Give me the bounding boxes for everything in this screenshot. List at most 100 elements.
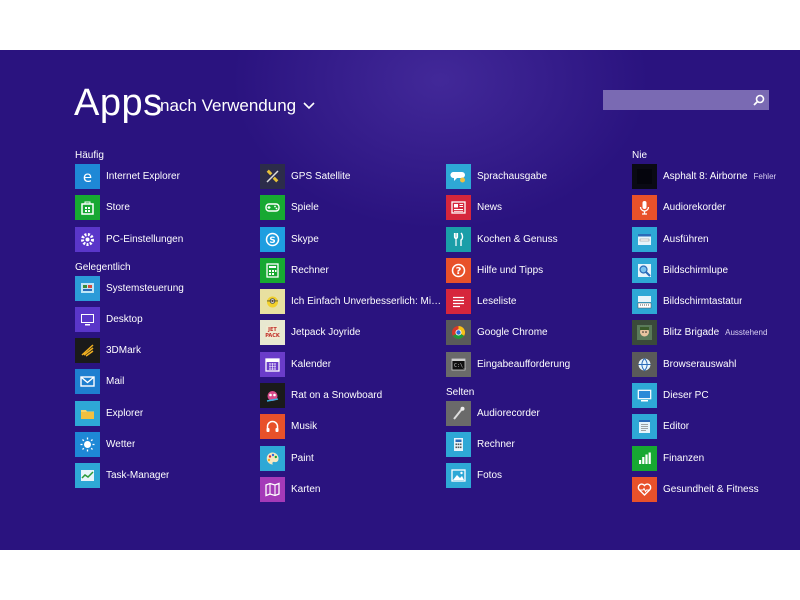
app-tile-item[interactable]: Spiele [260,195,445,221]
app-tile-item[interactable]: News [446,195,631,221]
group-header: Häufig [75,150,104,161]
sort-dropdown[interactable]: nach Verwendung [160,96,316,116]
app-tile-item[interactable]: Asphalt 8: Airborne Fehler [632,164,800,189]
app-tile-item[interactable]: JET PACK Jetpack Joyride [260,320,445,346]
app-tile-item[interactable]: Rat on a Snowboard [260,383,445,409]
app-tile-item[interactable]: Mail [75,369,260,395]
app-tile-item[interactable]: Gesundheit & Fitness [632,476,800,502]
internet-explorer-icon: e [83,168,92,185]
app-tile-item[interactable]: Karten [260,476,445,502]
app-tile-item[interactable]: Leseliste [446,289,631,315]
app-label: Google Chrome [477,327,548,339]
app-tile [632,257,657,283]
app-tile-item[interactable]: e Internet Explorer [75,164,260,189]
search-box[interactable] [603,90,769,110]
search-icon[interactable] [752,93,766,107]
svg-text:PACK: PACK [265,333,281,339]
app-tile-item[interactable]: Desktop [75,306,260,332]
app-tile: ? [446,257,471,283]
app-tile [632,414,657,440]
chrome-icon [452,326,465,340]
app-tile [75,463,100,489]
start-apps-screen: Apps nach Verwendung Häufig e Internet Exp… [0,50,800,550]
group-header [260,148,445,164]
app-tile-item[interactable]: Ich Einfach Unverbesserlich: Mini... [260,289,445,315]
app-tile [260,257,285,283]
app-label: News [477,202,503,214]
app-label: Paint [291,452,314,464]
app-label: Musik [291,421,318,433]
group-header: Nie [632,150,648,161]
finance-chart-icon [639,452,651,464]
asphalt-game-icon [637,169,652,184]
app-tile-item[interactable]: S Skype [260,226,445,252]
app-tile [446,432,471,458]
app-tile-item[interactable]: ? Hilfe und Tipps [446,257,631,283]
3dmark-icon [81,344,94,357]
page-title: Apps [74,82,163,124]
app-tile-item[interactable]: Bildschirmlupe [632,257,800,283]
app-tile-item[interactable]: Store [75,195,260,221]
app-tile-item[interactable]: Browserauswahl [632,351,800,377]
app-tile-item[interactable]: Finanzen [632,445,800,471]
app-tile [632,164,657,189]
app-tile-item[interactable]: Editor [632,414,800,440]
app-tile-item[interactable]: Audiorekorder [632,195,800,221]
app-tile-item[interactable]: Systemsteuerung [75,275,260,301]
app-tile [632,195,657,221]
app-tile [260,164,285,189]
app-tile-item[interactable]: 3DMark [75,338,260,364]
app-label: Bildschirmlupe [663,264,729,276]
svg-text:?: ? [456,266,462,277]
app-tile-item[interactable]: Sprachausgabe [446,164,631,189]
app-tile-item[interactable]: Paint [260,445,445,471]
app-label: Asphalt 8: Airborne [663,171,748,182]
app-tile-item[interactable]: Ausführen [632,226,800,252]
app-status-badge: Fehler [753,172,777,181]
svg-text:e: e [83,168,92,185]
app-label: Hilfe und Tipps [477,264,544,276]
rat-game-icon [266,391,279,402]
app-tile [260,414,285,440]
search-input[interactable] [603,90,749,110]
weather-icon [80,437,95,452]
app-tile-item[interactable]: Rechner [446,432,631,458]
app-tile: C:\_ [446,351,471,377]
folder-icon [81,409,94,419]
app-tile-item[interactable]: Musik [260,414,445,440]
app-tile-item[interactable]: Kochen & Genuss [446,226,631,252]
app-tile-item[interactable]: C:\_ Eingabeaufforderung [446,351,631,377]
app-label: Task-Manager [106,470,170,482]
app-tile-item[interactable]: Blitz Brigade Ausstehend [632,320,800,346]
app-tile-item[interactable]: Explorer [75,400,260,426]
app-label: GPS Satellite [291,171,351,182]
app-label: Skype [291,233,319,245]
calculator-icon [266,263,279,278]
app-tile-item[interactable]: Fotos [446,463,631,489]
app-label: Mail [106,376,125,388]
app-label: Internet Explorer [106,171,180,182]
app-label: Rechner [291,264,329,276]
app-tile: S [260,226,285,252]
app-label: Bildschirmtastatur [663,296,743,308]
app-tile-item[interactable]: Bildschirmtastatur [632,289,800,315]
app-label: Audiorekorder [663,202,726,214]
app-tile [632,226,657,252]
app-tile-item[interactable]: Dieser PC [632,383,800,409]
app-tile-item[interactable]: Audiorecorder [446,400,631,426]
app-tile-item[interactable]: Google Chrome [446,320,631,346]
app-tile [446,400,471,426]
app-tile-item[interactable]: GPS Satellite [260,164,445,189]
app-tile-item[interactable]: Rechner [260,257,445,283]
app-tile-item[interactable]: Wetter [75,432,260,458]
app-label: Sprachausgabe [477,171,548,182]
app-label: Kalender [291,358,332,370]
app-label: Explorer [106,407,144,419]
app-tile-item[interactable]: PC-Einstellungen [75,226,260,252]
app-tile-item[interactable]: Kalender [260,351,445,377]
microphone-stand-icon [453,406,465,420]
group-header: Selten [446,386,475,398]
app-label: Gesundheit & Fitness [663,483,759,495]
app-tile-item[interactable]: Task-Manager [75,463,260,489]
chevron-down-icon [303,102,315,110]
